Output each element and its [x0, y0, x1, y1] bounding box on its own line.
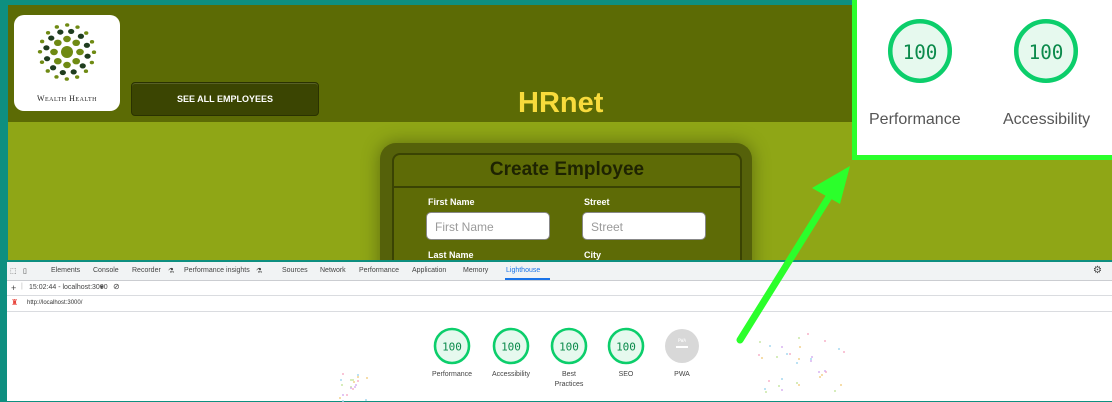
screenshot-canvas: Wealth Health SEE ALL EMPLOYEES HRnet Cr…	[0, 0, 1112, 402]
pointer-arrow	[736, 166, 850, 344]
